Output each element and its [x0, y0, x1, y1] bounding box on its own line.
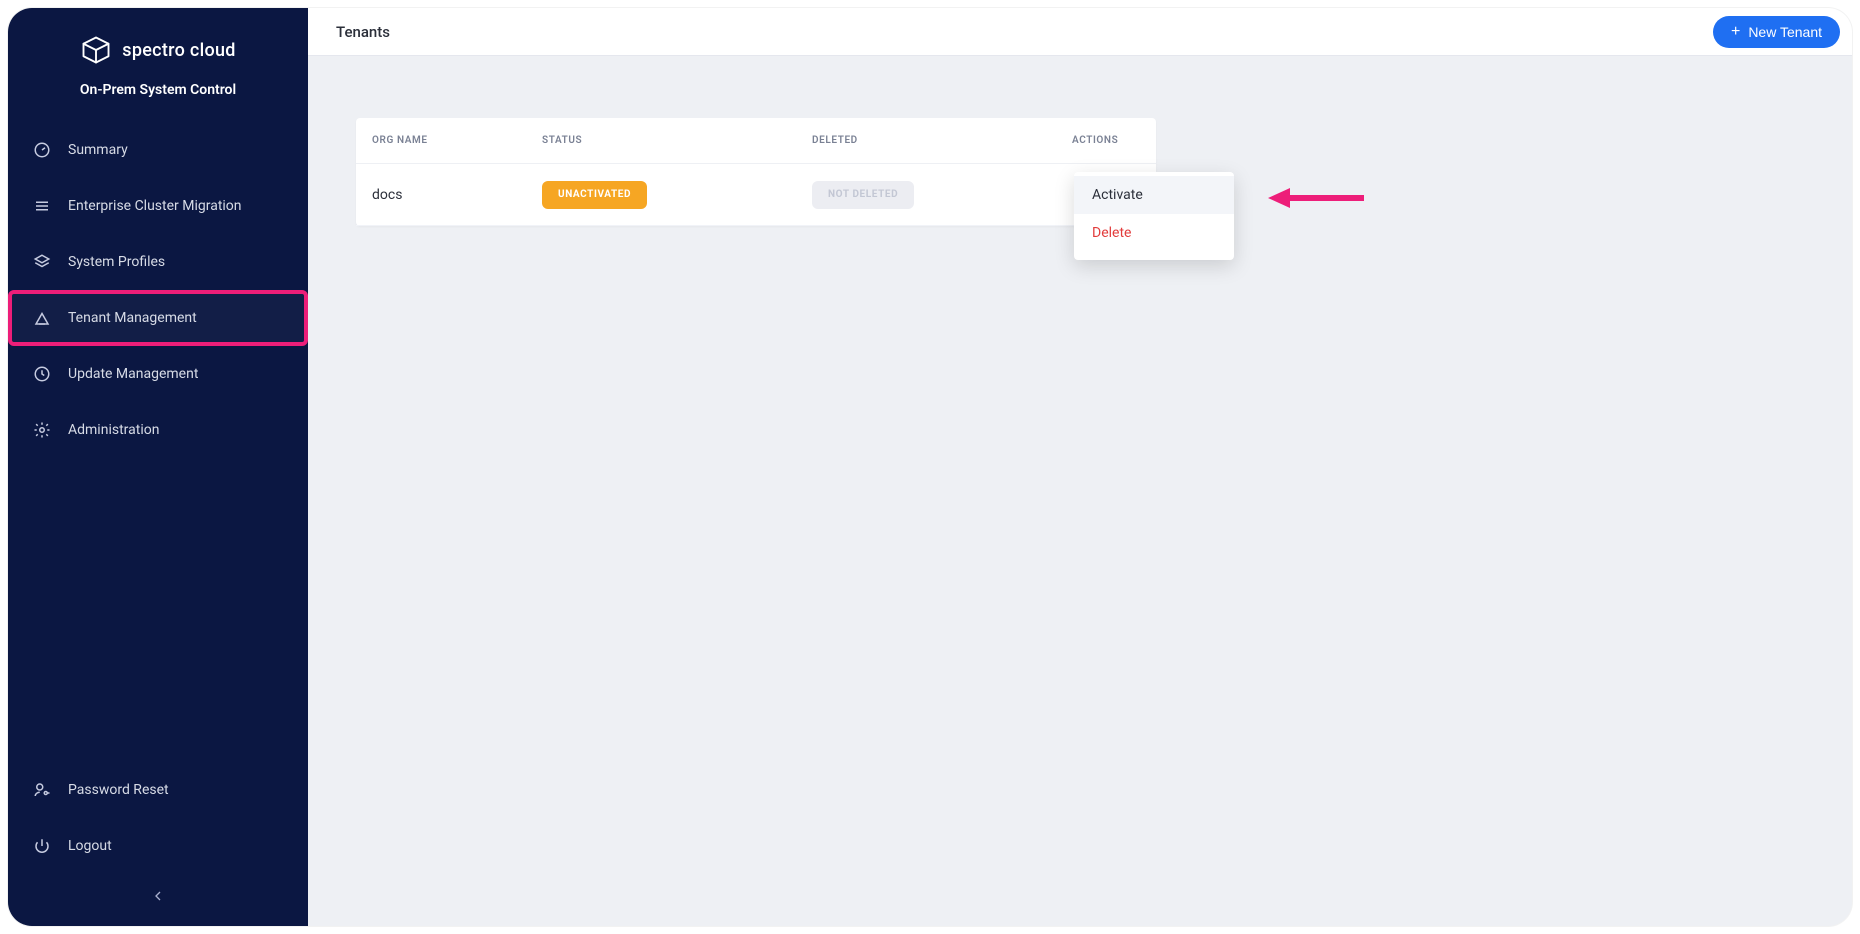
table-header: ORG NAME STATUS DELETED ACTIONS [356, 118, 1156, 164]
sidebar-nav: Summary Enterprise Cluster Migration Sys… [8, 122, 308, 762]
brand-name: spectro cloud [122, 40, 235, 61]
annotation-arrow [1266, 186, 1366, 210]
sidebar-item-label: Password Reset [68, 782, 169, 798]
sidebar-item-label: Tenant Management [68, 310, 197, 326]
chevron-left-icon [150, 888, 166, 908]
row-actions-menu: Activate Delete [1074, 172, 1234, 260]
app-frame: spectro cloud On-Prem System Control Sum… [8, 8, 1852, 926]
sidebar-item-label: Summary [68, 142, 128, 158]
new-tenant-label: New Tenant [1748, 24, 1822, 40]
sidebar-item-password-reset[interactable]: Password Reset [8, 762, 308, 818]
brand-logo-icon [80, 34, 112, 66]
plus-icon: + [1731, 24, 1740, 40]
col-header-org: ORG NAME [356, 135, 526, 146]
new-tenant-button[interactable]: + New Tenant [1713, 16, 1840, 48]
sidebar-item-enterprise-cluster-migration[interactable]: Enterprise Cluster Migration [8, 178, 308, 234]
sidebar-item-label: Update Management [68, 366, 198, 382]
sidebar-item-label: Administration [68, 422, 159, 438]
sidebar-item-logout[interactable]: Logout [8, 818, 308, 874]
update-icon [32, 364, 52, 384]
deleted-badge: NOT DELETED [812, 181, 914, 209]
col-header-actions: ACTIONS [1056, 135, 1156, 146]
main: Tenants + New Tenant ORG NAME STATUS DEL… [308, 8, 1852, 926]
sidebar-item-label: Logout [68, 838, 112, 854]
content: ORG NAME STATUS DELETED ACTIONS docs UNA… [308, 56, 1852, 926]
sidebar-item-summary[interactable]: Summary [8, 122, 308, 178]
gauge-icon [32, 140, 52, 160]
brand: spectro cloud [8, 26, 308, 72]
sidebar-item-update-management[interactable]: Update Management [8, 346, 308, 402]
brand-subtitle: On-Prem System Control [8, 72, 308, 122]
sidebar-bottom: Password Reset Logout [8, 762, 308, 926]
tenants-table: ORG NAME STATUS DELETED ACTIONS docs UNA… [356, 118, 1156, 226]
sidebar-item-administration[interactable]: Administration [8, 402, 308, 458]
list-icon [32, 196, 52, 216]
menu-item-delete[interactable]: Delete [1074, 214, 1234, 252]
sidebar-item-label: Enterprise Cluster Migration [68, 198, 242, 214]
sidebar-collapse-button[interactable] [8, 874, 308, 920]
menu-item-activate[interactable]: Activate [1074, 176, 1234, 214]
sidebar: spectro cloud On-Prem System Control Sum… [8, 8, 308, 926]
stack-icon [32, 252, 52, 272]
power-icon [32, 836, 52, 856]
col-header-deleted: DELETED [796, 135, 1056, 146]
cell-org-name: docs [356, 187, 526, 203]
sidebar-item-system-profiles[interactable]: System Profiles [8, 234, 308, 290]
col-header-status: STATUS [526, 135, 796, 146]
gear-icon [32, 420, 52, 440]
sidebar-item-label: System Profiles [68, 254, 165, 270]
tenant-icon [32, 308, 52, 328]
user-key-icon [32, 780, 52, 800]
topbar: Tenants + New Tenant [308, 8, 1852, 56]
cell-status: UNACTIVATED [526, 181, 796, 209]
page-title: Tenants [336, 23, 390, 41]
status-badge: UNACTIVATED [542, 181, 647, 209]
cell-deleted: NOT DELETED [796, 181, 1056, 209]
sidebar-item-tenant-management[interactable]: Tenant Management [8, 290, 308, 346]
table-row: docs UNACTIVATED NOT DELETED [356, 164, 1156, 226]
